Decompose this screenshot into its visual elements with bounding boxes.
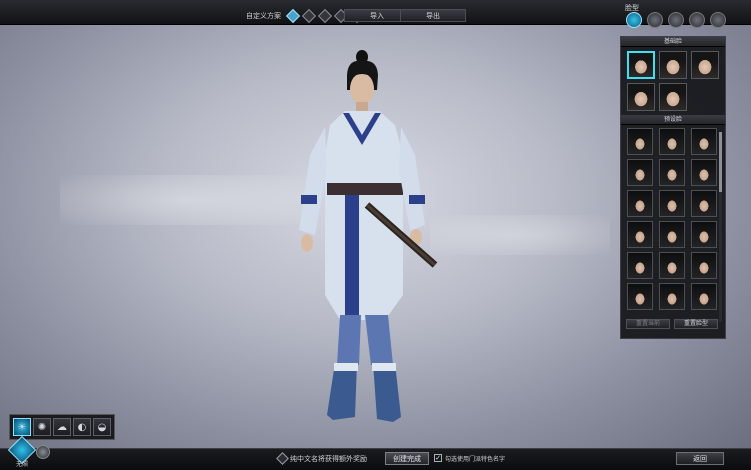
preset-face-thumbnail[interactable] — [659, 283, 685, 310]
sun-light-icon[interactable]: ☀ — [13, 418, 31, 436]
preset-face-thumbnail[interactable] — [691, 252, 717, 279]
background-haze — [430, 215, 610, 255]
base-face-thumbnail[interactable] — [627, 51, 655, 79]
body-tab-icon[interactable] — [710, 12, 726, 28]
preset-face-thumbnail[interactable] — [627, 252, 653, 279]
hint-diamond-icon — [276, 452, 289, 465]
base-face-thumbnail[interactable] — [659, 51, 687, 79]
sect-name-checkbox[interactable]: ✓ — [434, 454, 442, 462]
preset-face-thumbnail[interactable] — [691, 190, 717, 217]
preset-slot-3-icon[interactable] — [317, 8, 333, 23]
preset-face-header: 预设脸 — [621, 115, 725, 125]
preset-face-grid — [621, 125, 725, 310]
makeup-tab-icon[interactable] — [689, 12, 705, 28]
preset-face-thumbnail[interactable] — [691, 159, 717, 186]
dome-light-icon[interactable]: ◒ — [93, 418, 111, 436]
cloudy-light-icon[interactable]: ☁ — [53, 418, 71, 436]
preset-face-thumbnail[interactable] — [627, 159, 653, 186]
background-haze — [60, 175, 310, 225]
preset-scroll-thumb[interactable] — [719, 132, 722, 192]
character-model[interactable] — [285, 45, 445, 430]
preset-face-thumbnail[interactable] — [659, 190, 685, 217]
preset-slot-2-icon[interactable] — [301, 8, 317, 23]
top-toolbar: 自定义方案 导入 导出 脸型 — [0, 0, 751, 28]
sect-name-checkbox-label: 勾选使用门派特色名字 — [445, 456, 506, 463]
preset-slot-1-icon[interactable] — [285, 8, 301, 23]
reset-face-button[interactable]: 重置脸型 — [674, 319, 718, 329]
preset-face-thumbnail[interactable] — [627, 128, 653, 155]
bonus-text: 纯中文名将获得额外奖励 — [290, 454, 367, 463]
preset-label: 自定义方案 — [246, 11, 281, 20]
face-detail-tab-icon[interactable] — [647, 12, 663, 28]
base-face-header: 基础脸 — [621, 37, 725, 47]
preset-face-thumbnail[interactable] — [691, 128, 717, 155]
lighting-mode-label: 无照 — [16, 461, 29, 468]
preset-face-thumbnail[interactable] — [659, 159, 685, 186]
name-bonus-hint: 纯中文名将获得额外奖励 — [276, 452, 382, 465]
create-complete-button[interactable]: 创建完成 — [385, 452, 429, 465]
preset-face-thumbnail[interactable] — [627, 283, 653, 310]
back-button[interactable]: 返回 — [676, 452, 724, 465]
preset-face-thumbnail[interactable] — [691, 283, 717, 310]
base-face-thumbnail[interactable] — [627, 83, 655, 111]
preset-face-thumbnail[interactable] — [659, 221, 685, 248]
base-face-thumbnail[interactable] — [691, 51, 719, 79]
lighting-toolbar: ☀ ✺ ☁ ◐ ◒ — [9, 414, 115, 440]
contrast-light-icon[interactable]: ◐ — [73, 418, 91, 436]
preset-face-thumbnail[interactable] — [627, 221, 653, 248]
reset-current-button[interactable]: 重置当前 — [626, 319, 670, 329]
preset-face-thumbnail[interactable] — [659, 128, 685, 155]
hair-tab-icon[interactable] — [668, 12, 684, 28]
preset-face-thumbnail[interactable] — [691, 221, 717, 248]
dim-light-icon[interactable]: ✺ — [33, 418, 51, 436]
camera-mode-icon[interactable] — [36, 445, 50, 459]
face-selection-panel: 基础脸 预设脸 重置当前 重置脸型 — [620, 36, 726, 339]
face-shape-tab-icon[interactable] — [626, 12, 642, 28]
base-face-thumbnail[interactable] — [659, 83, 687, 111]
preset-face-thumbnail[interactable] — [627, 190, 653, 217]
base-face-grid — [621, 47, 725, 115]
preset-face-thumbnail[interactable] — [659, 252, 685, 279]
export-button[interactable]: 导出 — [400, 9, 466, 22]
